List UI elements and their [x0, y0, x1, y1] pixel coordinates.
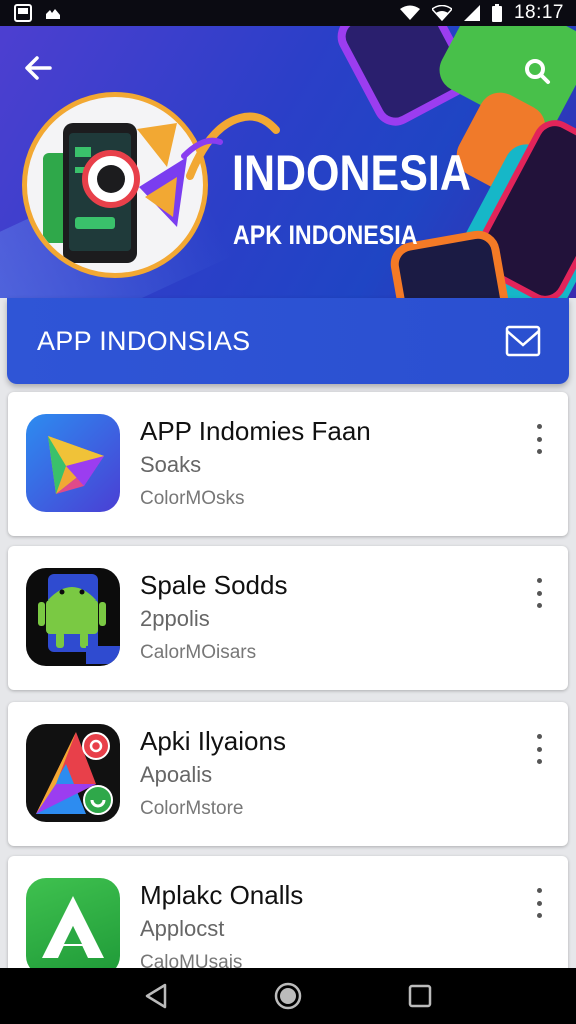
app-name: Spale Sodds	[140, 570, 288, 600]
app-subtitle: Applocst	[140, 916, 225, 941]
nav-home-button[interactable]	[268, 976, 308, 1016]
app-subtitle: Apoalis	[140, 762, 213, 787]
phone-illustration-icon	[43, 123, 187, 263]
app-icon-prism	[26, 414, 120, 512]
app-name: APP Indomies Faan	[140, 416, 371, 446]
app-meta: ColorMstore	[140, 798, 244, 819]
app-list-item[interactable]: Apki Ilyaions Apoalis ColorMstore	[8, 702, 568, 846]
more-vert-icon	[536, 734, 542, 739]
more-vert-dot	[536, 746, 542, 752]
more-vert-dot	[536, 759, 542, 764]
mail-button[interactable]	[503, 321, 543, 361]
app-name: Mplakc Onalls	[140, 880, 304, 910]
status-right: 18:17	[399, 2, 564, 24]
more-options-button[interactable]	[524, 886, 554, 920]
nav-back-button[interactable]	[136, 976, 176, 1016]
more-vert-icon	[536, 578, 542, 583]
more-vert-dot	[536, 603, 542, 608]
app-subtitle: 2ppolis	[140, 606, 210, 631]
section-header: APP INDONSIAS	[7, 298, 569, 384]
wifi-icon	[399, 5, 420, 21]
app-name: Apki Ilyaions	[140, 726, 286, 756]
more-vert-icon	[536, 888, 542, 893]
cell-signal-icon	[463, 5, 480, 21]
status-time: 18:17	[513, 2, 564, 23]
more-options-button[interactable]	[524, 576, 554, 610]
hero-banner: INDONESIA APK INDONESIA	[0, 26, 576, 298]
more-vert-dot	[536, 436, 542, 442]
wifi-signal-icon	[431, 5, 452, 21]
app-meta: CalorMOisars	[140, 642, 257, 663]
mail-icon	[505, 325, 541, 357]
more-options-button[interactable]	[524, 422, 554, 456]
back-triangle-icon	[145, 983, 167, 1009]
app-list-item[interactable]: Spale Sodds 2ppolis CalorMOisars	[8, 546, 568, 690]
section-title: APP INDONSIAS	[37, 325, 251, 356]
search-icon	[525, 59, 550, 84]
app-icon-green-a	[26, 878, 120, 976]
more-vert-icon	[536, 424, 542, 429]
navigation-bar	[0, 968, 576, 1024]
nav-recents-button[interactable]	[400, 976, 440, 1016]
app-icon-multicolor	[26, 724, 120, 822]
hero-subtitle: APK INDONESIA	[233, 220, 418, 250]
more-vert-dot	[536, 590, 542, 596]
hero-title: INDONESIA	[232, 145, 471, 201]
app-meta: ColorMOsks	[140, 488, 245, 509]
app-subtitle: Soaks	[140, 452, 202, 477]
app-list-item[interactable]: APP Indomies Faan Soaks ColorMOsks	[8, 392, 568, 536]
battery-icon	[491, 4, 502, 22]
gallery-icon	[14, 4, 32, 22]
more-vert-dot	[536, 913, 542, 918]
search-button[interactable]	[510, 44, 564, 98]
status-bar: 18:17	[0, 0, 576, 26]
home-circle-icon	[274, 982, 302, 1010]
more-vert-dot	[536, 900, 542, 906]
arrow-left-icon	[25, 56, 52, 80]
more-vert-dot	[536, 449, 542, 454]
back-button[interactable]	[16, 46, 60, 90]
status-left	[14, 4, 62, 22]
cloud-icon	[44, 6, 62, 20]
app-icon-android	[26, 568, 120, 666]
recents-square-icon	[408, 984, 432, 1008]
more-options-button[interactable]	[524, 732, 554, 766]
